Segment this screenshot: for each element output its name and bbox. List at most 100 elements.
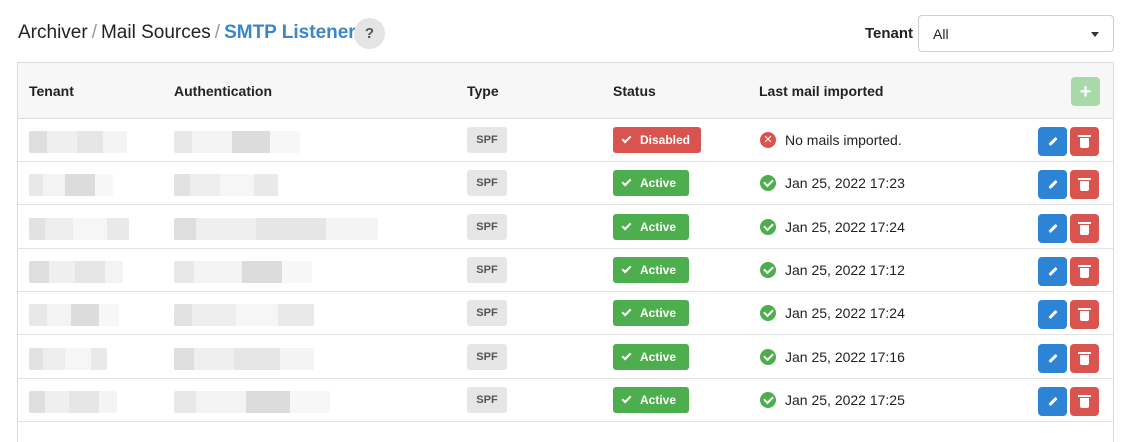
table-row: SPF Active Jan 25, 2022 17:24 [18, 206, 1113, 249]
redacted-text [29, 347, 107, 370]
plus-icon: + [1079, 80, 1092, 103]
breadcrumb-archiver[interactable]: Archiver [18, 22, 88, 44]
redacted-text [29, 390, 117, 413]
last-mail-text: Jan 25, 2022 17:12 [785, 261, 905, 278]
tenant-select[interactable]: All [918, 15, 1114, 52]
table-row: SPF Disabled ✕ No mails imported. [18, 119, 1113, 162]
pencil-icon [1047, 266, 1058, 276]
check-circle-icon [760, 261, 776, 278]
redacted-text [174, 174, 278, 197]
type-badge: SPF [467, 170, 507, 197]
status-label: Active [640, 306, 677, 321]
redacted-text [29, 131, 127, 153]
status-label: Active [640, 392, 677, 407]
breadcrumb-separator: / [214, 22, 221, 43]
chevron-down-icon [1091, 32, 1099, 37]
last-mail-imported: Jan 25, 2022 17:12 [760, 261, 905, 278]
check-circle-icon [760, 175, 776, 192]
pencil-icon [1047, 223, 1058, 233]
status-badge[interactable]: Disabled [613, 127, 701, 153]
pencil-icon [1047, 396, 1058, 406]
column-header-type: Type [467, 83, 499, 99]
last-mail-text: Jan 25, 2022 17:25 [785, 391, 905, 408]
status-label: Active [640, 349, 677, 364]
pencil-icon [1047, 353, 1058, 363]
column-header-status: Status [613, 83, 656, 99]
edit-button[interactable] [1038, 170, 1067, 200]
status-label: Active [640, 176, 677, 191]
pencil-icon [1047, 180, 1058, 190]
last-mail-imported: Jan 25, 2022 17:24 [760, 218, 905, 235]
last-mail-text: Jan 25, 2022 17:23 [785, 175, 905, 192]
trash-icon [1078, 221, 1091, 235]
pencil-icon [1047, 310, 1058, 320]
column-header-authentication: Authentication [174, 83, 272, 99]
last-mail-text: No mails imported. [785, 132, 902, 148]
trash-icon [1078, 351, 1091, 365]
listeners-table: Tenant Authentication Type Status Last m… [17, 62, 1114, 442]
type-badge: SPF [467, 386, 507, 413]
table-row: SPF Active Jan 25, 2022 17:16 [18, 336, 1113, 379]
edit-button[interactable] [1038, 256, 1067, 286]
check-icon [621, 350, 632, 360]
type-badge: SPF [467, 256, 507, 283]
pencil-icon [1047, 136, 1058, 147]
type-badge: SPF [467, 300, 507, 327]
type-badge: SPF [467, 127, 507, 153]
redacted-text [29, 260, 123, 283]
last-mail-imported: ✕ No mails imported. [760, 132, 902, 148]
type-badge: SPF [467, 343, 507, 370]
table-row: SPF Active Jan 25, 2022 17:12 [18, 249, 1113, 292]
redacted-text [174, 347, 314, 370]
type-badge: SPF [467, 213, 507, 240]
check-icon [621, 220, 632, 231]
check-circle-icon [760, 218, 776, 235]
status-badge[interactable]: Active [613, 343, 689, 370]
last-mail-text: Jan 25, 2022 17:16 [785, 348, 905, 365]
tenant-filter-label: Tenant [865, 25, 914, 42]
tenant-select-value: All [933, 25, 949, 42]
delete-button[interactable] [1070, 386, 1099, 416]
edit-button[interactable] [1038, 343, 1067, 373]
delete-button[interactable] [1070, 300, 1099, 330]
status-badge[interactable]: Active [613, 256, 689, 283]
breadcrumb-separator: / [91, 22, 97, 43]
redacted-text [174, 304, 314, 327]
check-icon [621, 263, 632, 274]
delete-button[interactable] [1070, 127, 1099, 156]
status-label: Disabled [640, 133, 691, 147]
trash-icon [1078, 308, 1091, 322]
table-row: SPF Active Jan 25, 2022 17:25 [18, 379, 1113, 422]
error-circle-icon: ✕ [760, 132, 776, 148]
status-badge[interactable]: Active [613, 386, 689, 413]
status-badge[interactable]: Active [613, 213, 689, 240]
delete-button[interactable] [1070, 256, 1099, 286]
redacted-text [174, 260, 312, 283]
delete-button[interactable] [1070, 170, 1099, 200]
edit-button[interactable] [1038, 213, 1067, 243]
table-row: SPF Active Jan 25, 2022 17:24 [18, 292, 1113, 336]
delete-button[interactable] [1070, 343, 1099, 373]
redacted-text [174, 390, 330, 413]
table-row: SPF Active Jan 25, 2022 17:23 [18, 162, 1113, 206]
breadcrumb: Archiver / Mail Sources / SMTP Listeners [18, 22, 366, 44]
redacted-text [174, 217, 378, 240]
delete-button[interactable] [1070, 213, 1099, 243]
check-icon [621, 306, 632, 317]
status-badge[interactable]: Active [613, 170, 689, 197]
last-mail-imported: Jan 25, 2022 17:24 [760, 305, 905, 322]
last-mail-imported: Jan 25, 2022 17:25 [760, 391, 905, 408]
edit-button[interactable] [1038, 386, 1067, 416]
column-header-tenant: Tenant [29, 83, 74, 99]
breadcrumb-mail-sources[interactable]: Mail Sources [101, 22, 211, 44]
trash-icon [1078, 394, 1091, 408]
status-label: Active [640, 262, 677, 277]
table-header: Tenant Authentication Type Status Last m… [18, 63, 1113, 119]
help-button[interactable]: ? [354, 18, 385, 49]
edit-button[interactable] [1038, 127, 1067, 156]
check-circle-icon [760, 391, 776, 408]
add-listener-button[interactable]: + [1071, 77, 1100, 106]
status-badge[interactable]: Active [613, 300, 689, 327]
edit-button[interactable] [1038, 300, 1067, 330]
trash-icon [1078, 135, 1091, 148]
